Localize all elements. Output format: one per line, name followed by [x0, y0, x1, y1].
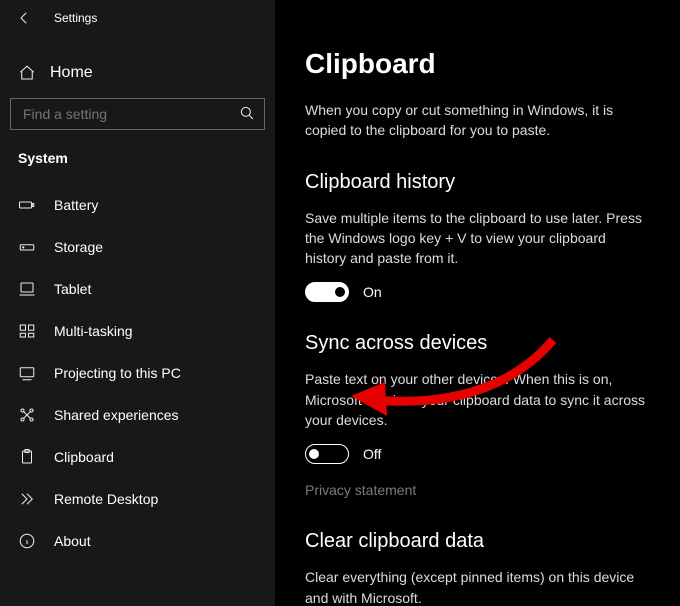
search-icon — [238, 104, 256, 125]
clear-desc: Clear everything (except pinned items) o… — [305, 567, 650, 606]
multitasking-icon — [18, 322, 36, 340]
projecting-icon — [18, 364, 36, 382]
home-icon — [18, 64, 36, 82]
page-title: Clipboard — [305, 48, 650, 80]
nav-label: Multi-tasking — [54, 323, 133, 339]
storage-icon — [18, 238, 36, 256]
sync-toggle[interactable] — [305, 444, 349, 464]
nav-label: About — [54, 533, 91, 549]
nav-label: Projecting to this PC — [54, 365, 181, 381]
shared-experiences-icon — [18, 406, 36, 424]
nav-label: Clipboard — [54, 449, 114, 465]
category-header: System — [0, 136, 275, 184]
nav-label: Remote Desktop — [54, 491, 158, 507]
nav-list: Battery Storage Tablet Multi-tasking Pro… — [0, 184, 275, 562]
nav-shared-experiences[interactable]: Shared experiences — [0, 394, 275, 436]
main-content: Clipboard When you copy or cut something… — [275, 0, 680, 606]
back-button[interactable] — [14, 8, 34, 28]
nav-storage[interactable]: Storage — [0, 226, 275, 268]
nav-multitasking[interactable]: Multi-tasking — [0, 310, 275, 352]
privacy-link[interactable]: Privacy statement — [305, 482, 416, 498]
history-toggle[interactable] — [305, 282, 349, 302]
nav-clipboard[interactable]: Clipboard — [0, 436, 275, 478]
clipboard-icon — [18, 448, 36, 466]
nav-tablet[interactable]: Tablet — [0, 268, 275, 310]
page-intro: When you copy or cut something in Window… — [305, 100, 650, 141]
nav-projecting[interactable]: Projecting to this PC — [0, 352, 275, 394]
sync-desc: Paste text on your other devices. When t… — [305, 369, 650, 430]
arrow-left-icon — [15, 9, 33, 27]
clear-heading: Clear clipboard data — [305, 530, 650, 553]
nav-remote-desktop[interactable]: Remote Desktop — [0, 478, 275, 520]
nav-label: Storage — [54, 239, 103, 255]
search-input[interactable] — [23, 106, 238, 122]
app-title: Settings — [54, 11, 97, 25]
sync-heading: Sync across devices — [305, 332, 650, 355]
nav-label: Tablet — [54, 281, 91, 297]
search-box[interactable] — [10, 98, 265, 130]
about-icon — [18, 532, 36, 550]
tablet-icon — [18, 280, 36, 298]
nav-battery[interactable]: Battery — [0, 184, 275, 226]
home-link[interactable]: Home — [0, 54, 275, 92]
history-desc: Save multiple items to the clipboard to … — [305, 208, 650, 269]
nav-label: Battery — [54, 197, 98, 213]
sidebar: Settings Home System Battery — [0, 0, 275, 606]
nav-about[interactable]: About — [0, 520, 275, 562]
home-label: Home — [50, 64, 93, 82]
sync-toggle-label: Off — [363, 446, 381, 462]
nav-label: Shared experiences — [54, 407, 179, 423]
history-heading: Clipboard history — [305, 171, 650, 194]
remote-desktop-icon — [18, 490, 36, 508]
history-toggle-label: On — [363, 284, 382, 300]
battery-icon — [18, 196, 36, 214]
titlebar: Settings — [0, 4, 275, 40]
